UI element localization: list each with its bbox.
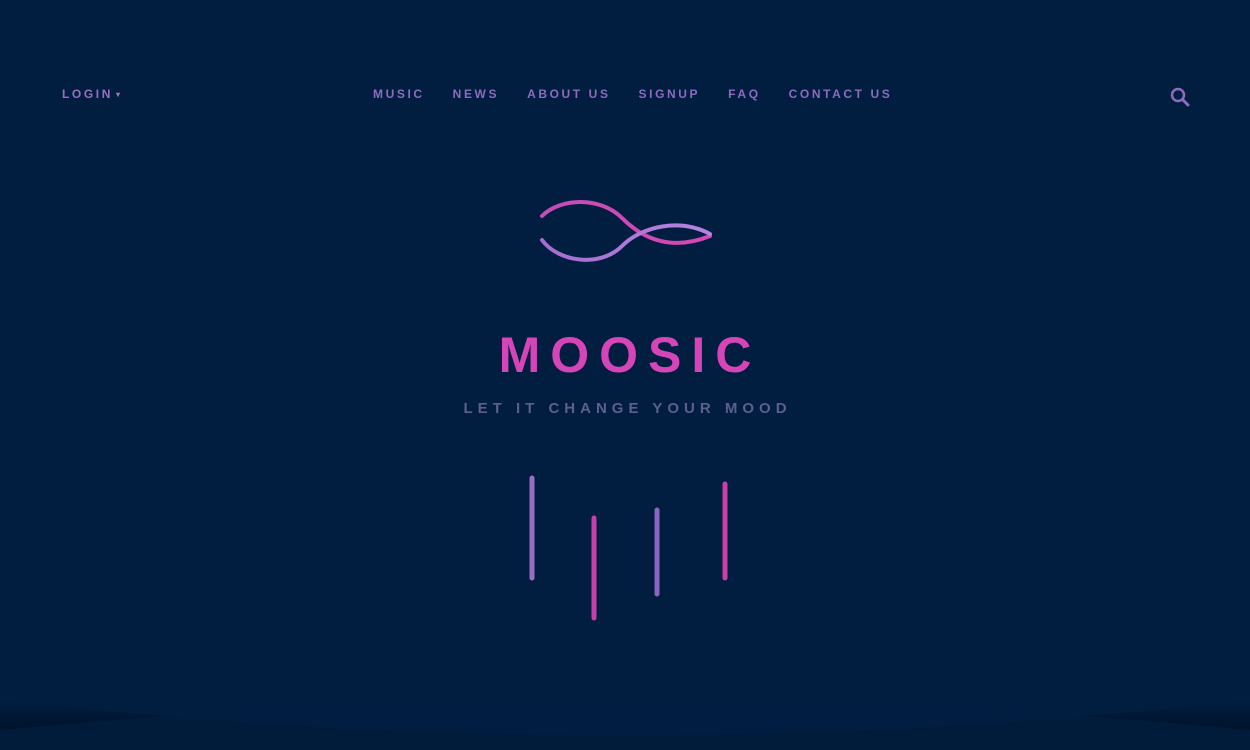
brand-title: MOOSIC [498,327,762,383]
login-label: LOGIN [62,87,113,101]
main-nav: MUSIC NEWS ABOUT US SIGNUP FAQ CONTACT U… [373,87,892,101]
nav-item-signup[interactable]: SIGNUP [639,87,701,101]
tagline: LET IT CHANGE YOUR MOOD [463,400,792,417]
nav-item-about-us[interactable]: ABOUT US [527,87,610,101]
landing-page: LOGIN ▾ MUSIC NEWS ABOUT US SIGNUP FAQ C… [0,0,1250,750]
infinity-wave-logo [530,192,720,272]
chevron-down-icon: ▾ [116,89,121,99]
bottom-wave-shadow [0,660,1250,750]
sound-bars-decoration [520,470,740,630]
login-dropdown[interactable]: LOGIN ▾ [62,87,120,101]
nav-item-news[interactable]: NEWS [453,87,499,101]
nav-item-faq[interactable]: FAQ [728,87,760,101]
nav-item-music[interactable]: MUSIC [373,87,425,101]
search-icon[interactable] [1168,85,1192,109]
nav-item-contact-us[interactable]: CONTACT US [789,87,893,101]
